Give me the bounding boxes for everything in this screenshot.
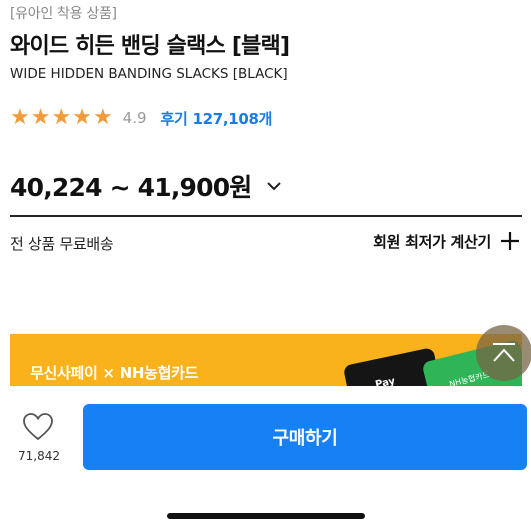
- product-subtitle: WIDE HIDDEN BANDING SLACKS [BLACK]: [10, 66, 288, 82]
- star-icon: ★: [92, 105, 113, 130]
- heart-icon[interactable]: [22, 412, 54, 442]
- star-rating: ★ ★ ★ ★ ★: [10, 107, 113, 129]
- star-icon: ★: [72, 105, 92, 130]
- star-icon: ★: [30, 105, 51, 130]
- member-price-calculator-label: 회원 최저가 계산기: [373, 232, 491, 251]
- chevron-down-icon: [266, 182, 281, 191]
- divider: [10, 215, 522, 217]
- product-tag: [유아인 착용 상품]: [10, 6, 117, 22]
- promo-banner-text: 무신사페이 × NH농협카드: [30, 364, 199, 382]
- buy-button[interactable]: 구매하기: [83, 404, 527, 470]
- home-indicator: [167, 513, 365, 519]
- member-price-calculator-button[interactable]: 회원 최저가 계산기: [373, 230, 521, 252]
- reviews-link[interactable]: 후기 127,108개: [161, 108, 273, 129]
- price-range-toggle[interactable]: 40,224 ~ 41,900원: [10, 168, 284, 204]
- arrow-up-icon: [493, 343, 515, 362]
- star-icon: ★: [10, 105, 30, 130]
- star-icon: ★: [51, 105, 72, 130]
- price-range: 40,224 ~ 41,900원: [10, 173, 252, 202]
- product-title: 와이드 히든 밴딩 슬랙스 [블랙]: [10, 34, 290, 59]
- promo-banner[interactable]: 무신사페이 × NH농협카드 Pay NH농협카드: [10, 334, 522, 386]
- rating-score: 4.9: [122, 109, 147, 127]
- free-shipping-label: 전 상품 무료배송: [10, 235, 114, 253]
- like-count: 71,842: [18, 449, 60, 463]
- black-card-label: Pay: [374, 375, 397, 386]
- rating-row: ★ ★ ★ ★ ★ 4.9 후기 127,108개: [10, 106, 272, 130]
- plus-icon: [501, 232, 519, 250]
- scroll-to-top-button[interactable]: [476, 325, 531, 381]
